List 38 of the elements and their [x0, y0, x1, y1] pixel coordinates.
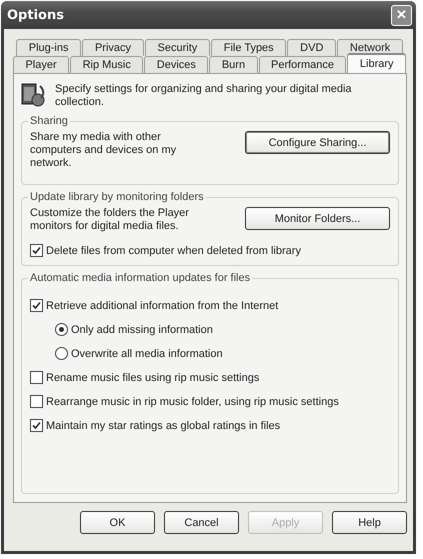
- tab[interactable]: Library: [347, 53, 406, 73]
- tab[interactable]: Burn: [209, 56, 258, 73]
- option-label: Retrieve additional information from the Internet: [46, 300, 278, 312]
- dialog-button[interactable]: Cancel: [164, 511, 239, 534]
- dialog-button[interactable]: Help: [332, 511, 407, 534]
- option-label: Delete files from computer when deleted from library: [46, 244, 301, 256]
- group-legend: Update library by monitoring folders: [28, 191, 206, 203]
- media-library-icon: [21, 82, 47, 108]
- checkbox[interactable]: [30, 371, 43, 384]
- tab[interactable]: Rip Music: [70, 56, 144, 73]
- tab[interactable]: Player: [13, 56, 70, 73]
- sharing-description: Share my media with other computers and devices on my network.: [30, 131, 178, 170]
- tab[interactable]: Privacy: [82, 39, 144, 56]
- radio-button[interactable]: [55, 347, 68, 360]
- option-label: Maintain my star ratings as global ratings in files: [46, 420, 280, 432]
- option-label: Rearrange music in rip music folder, using rip music settings: [46, 396, 339, 408]
- checkbox[interactable]: [30, 299, 43, 312]
- option-label: Only add missing information: [71, 324, 213, 336]
- dialog-button[interactable]: OK: [80, 511, 155, 534]
- checkbox[interactable]: [30, 244, 43, 257]
- tab[interactable]: Plug-ins: [16, 39, 82, 56]
- tab[interactable]: File Types: [211, 39, 286, 56]
- group-legend: Automatic media information updates for files: [28, 272, 252, 284]
- tab[interactable]: Security: [144, 39, 210, 56]
- intro-text: Specify settings for organizing and sharing your digital media collection.: [55, 83, 353, 109]
- group-legend: Sharing: [28, 115, 70, 127]
- monitoring-description: Customize the folders the Player monitors for digital media files.: [30, 207, 190, 233]
- window-title: Options: [7, 8, 64, 22]
- checkbox[interactable]: [30, 419, 43, 432]
- radio-button[interactable]: [55, 323, 68, 336]
- checkbox[interactable]: [30, 395, 43, 408]
- option-label: Rename music files using rip music settings: [46, 372, 260, 384]
- tab[interactable]: Devices: [144, 56, 208, 73]
- tab[interactable]: Performance: [258, 56, 346, 73]
- monitor-folders-button[interactable]: Monitor Folders...: [245, 207, 390, 230]
- option-label: Overwrite all media information: [71, 348, 223, 360]
- configure-sharing-button[interactable]: Configure Sharing...: [245, 131, 390, 154]
- tab[interactable]: DVD: [287, 39, 336, 56]
